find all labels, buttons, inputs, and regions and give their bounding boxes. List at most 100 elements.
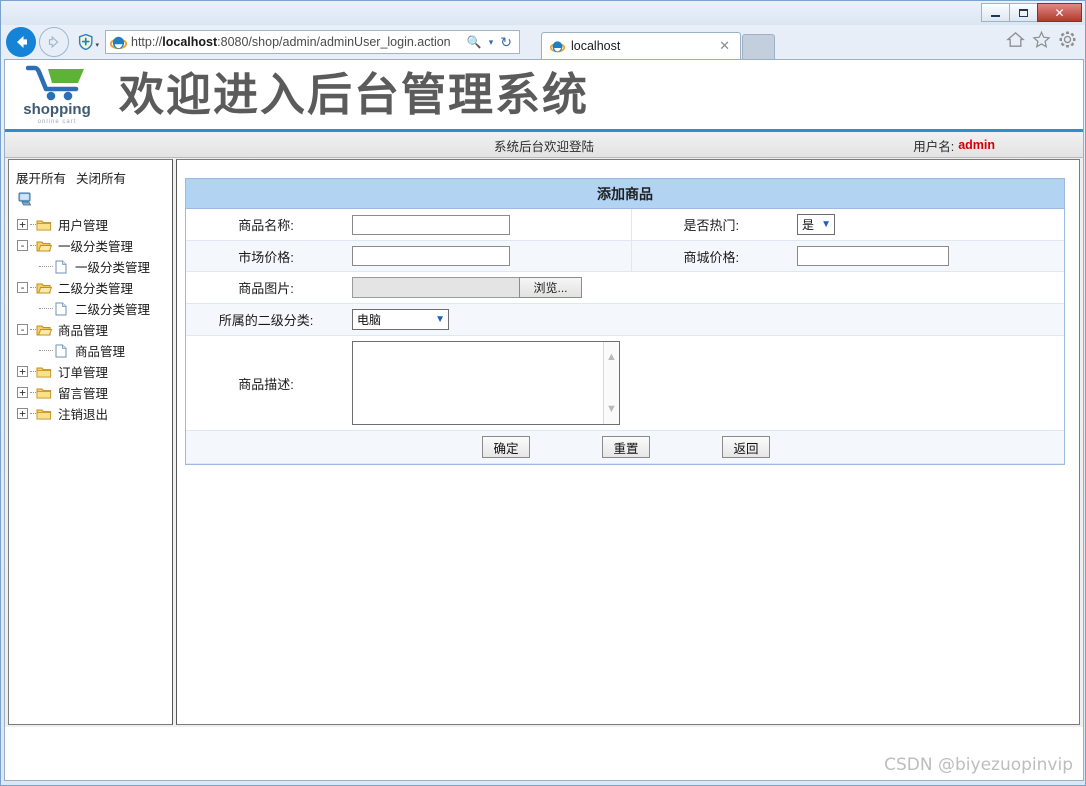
browser-toolbar-icons bbox=[1006, 30, 1077, 49]
file-input-group[interactable]: 浏览... bbox=[352, 277, 1058, 298]
gear-icon[interactable] bbox=[1058, 30, 1077, 49]
tree-node[interactable]: 商品管理 bbox=[17, 340, 172, 361]
refresh-icon[interactable]: ↻ bbox=[500, 34, 512, 51]
product-name-input[interactable] bbox=[352, 214, 510, 235]
search-icon[interactable]: 🔍 bbox=[467, 35, 482, 49]
close-button[interactable]: ✕ bbox=[1037, 3, 1082, 22]
tree-node[interactable]: 二级分类管理 bbox=[17, 298, 172, 319]
body-split: 展开所有 关闭所有 + 用户管理 - 一级分类管理 一级分类管理 - 二级分类管理 二级分类管理… bbox=[5, 158, 1083, 727]
back-button[interactable] bbox=[6, 27, 36, 57]
is-hot-label: 是否热门: bbox=[630, 209, 791, 241]
maximize-button[interactable] bbox=[1009, 3, 1038, 22]
tree-node[interactable]: - 商品管理 bbox=[17, 319, 172, 340]
product-image-label: 商品图片: bbox=[186, 271, 346, 304]
category-label: 所属的二级分类: bbox=[186, 303, 346, 336]
computer-icon bbox=[18, 192, 32, 206]
scroll-down-icon[interactable]: ▼ bbox=[606, 403, 617, 415]
panel-title: 添加商品 bbox=[186, 179, 1064, 209]
submit-button[interactable]: 确定 bbox=[482, 436, 530, 458]
folder-open-icon bbox=[36, 325, 52, 335]
tree-node[interactable]: + 注销退出 bbox=[17, 403, 172, 424]
minimize-button[interactable] bbox=[981, 3, 1010, 22]
collapse-all-link[interactable]: 关闭所有 bbox=[76, 172, 126, 186]
product-image-cell: 浏览... bbox=[346, 271, 1064, 304]
address-bar[interactable]: http://localhost:8080/shop/admin/adminUs… bbox=[105, 30, 520, 54]
home-icon[interactable] bbox=[1006, 30, 1025, 49]
shop-price-cell bbox=[791, 240, 1064, 272]
tree-root-node[interactable] bbox=[9, 189, 172, 214]
chevron-down-icon: ▼ bbox=[435, 314, 445, 325]
description-cell: ▲ ▼ bbox=[346, 335, 1064, 431]
shop-price-input[interactable] bbox=[797, 246, 949, 266]
scroll-up-icon[interactable]: ▲ bbox=[606, 351, 617, 363]
tab-label: localhost bbox=[571, 39, 621, 53]
tree-node-label: 二级分类管理 bbox=[58, 282, 134, 296]
back-button-form[interactable]: 返回 bbox=[722, 436, 770, 458]
collapse-icon[interactable]: - bbox=[17, 324, 28, 335]
shield-plus-icon bbox=[78, 33, 93, 51]
is-hot-select[interactable]: 是 ▼ bbox=[797, 214, 835, 235]
description-label: 商品描述: bbox=[186, 335, 346, 431]
username-value: admin bbox=[958, 138, 995, 152]
reset-button[interactable]: 重置 bbox=[602, 436, 650, 458]
forward-button[interactable] bbox=[39, 27, 69, 57]
logo-wordmark: shopping bbox=[23, 100, 91, 118]
category-select[interactable]: 电脑 ▼ bbox=[352, 309, 449, 330]
textarea-scrollbar[interactable]: ▲ ▼ bbox=[603, 342, 619, 424]
tree-node[interactable]: + 用户管理 bbox=[17, 214, 172, 235]
forward-arrow-icon bbox=[48, 35, 59, 49]
tree-node[interactable]: - 一级分类管理 bbox=[17, 235, 172, 256]
back-arrow-icon bbox=[17, 36, 27, 48]
tree-node[interactable]: + 订单管理 bbox=[17, 361, 172, 382]
tracking-protection-button[interactable]: ▾ bbox=[77, 31, 99, 53]
category-cell: 电脑 ▼ bbox=[346, 303, 1064, 336]
window-controls: ✕ bbox=[981, 3, 1082, 22]
market-price-input[interactable] bbox=[352, 246, 510, 266]
document-icon bbox=[55, 302, 67, 315]
file-path-field[interactable] bbox=[352, 277, 519, 298]
ie-logo-icon bbox=[550, 40, 565, 52]
expand-icon[interactable]: + bbox=[17, 366, 28, 377]
folder-open-icon bbox=[36, 283, 52, 293]
page-viewport: shopping online cart 欢迎进入后台管理系统 系统后台欢迎登陆… bbox=[4, 59, 1084, 781]
chevron-down-icon[interactable]: ▾ bbox=[489, 37, 494, 48]
tree-node-label: 商品管理 bbox=[75, 345, 126, 359]
expand-icon[interactable]: + bbox=[17, 219, 28, 230]
tab-strip: localhost ✕ bbox=[541, 27, 775, 59]
tree-toolbar: 展开所有 关闭所有 bbox=[9, 160, 172, 189]
sidebar-frame: 展开所有 关闭所有 + 用户管理 - 一级分类管理 一级分类管理 - 二级分类管理 二级分类管理… bbox=[8, 159, 173, 725]
ie-logo-icon bbox=[110, 36, 127, 49]
chevron-down-icon: ▾ bbox=[95, 42, 99, 49]
tree-node-label: 留言管理 bbox=[58, 387, 109, 401]
expand-icon[interactable]: + bbox=[17, 387, 28, 398]
tree-node-label: 订单管理 bbox=[58, 366, 109, 380]
is-hot-value: 是 bbox=[802, 218, 815, 232]
logo-tagline: online cart bbox=[37, 118, 77, 125]
tab-close-icon[interactable]: ✕ bbox=[715, 38, 734, 54]
browse-button[interactable]: 浏览... bbox=[519, 277, 582, 298]
tree-node[interactable]: + 留言管理 bbox=[17, 382, 172, 403]
site-logo: shopping online cart bbox=[13, 61, 101, 129]
new-tab-button[interactable] bbox=[742, 34, 775, 59]
is-hot-cell: 是 ▼ bbox=[791, 209, 1064, 241]
tab-localhost[interactable]: localhost ✕ bbox=[541, 32, 741, 59]
navigation-tree: + 用户管理 - 一级分类管理 一级分类管理 - 二级分类管理 二级分类管理 - 商品管理 商品管理… bbox=[9, 214, 172, 424]
shopping-cart-icon bbox=[26, 65, 84, 100]
tree-node-label: 一级分类管理 bbox=[75, 261, 151, 275]
expand-all-link[interactable]: 展开所有 bbox=[16, 172, 66, 186]
collapse-icon[interactable]: - bbox=[17, 282, 28, 293]
expand-icon[interactable]: + bbox=[17, 408, 28, 419]
category-value: 电脑 bbox=[357, 313, 382, 327]
star-icon[interactable] bbox=[1032, 30, 1051, 49]
collapse-icon[interactable]: - bbox=[17, 240, 28, 251]
tree-node-label: 二级分类管理 bbox=[75, 303, 151, 317]
folder-icon bbox=[36, 367, 52, 377]
shop-price-label: 商城价格: bbox=[630, 240, 791, 272]
tree-node[interactable]: - 二级分类管理 bbox=[17, 277, 172, 298]
tree-connector bbox=[39, 350, 53, 351]
tree-node[interactable]: 一级分类管理 bbox=[17, 256, 172, 277]
window-titlebar: ✕ bbox=[1, 1, 1085, 25]
tree-node-label: 用户管理 bbox=[58, 219, 109, 233]
description-textarea[interactable]: ▲ ▼ bbox=[352, 341, 620, 425]
market-price-label: 市场价格: bbox=[186, 240, 346, 272]
